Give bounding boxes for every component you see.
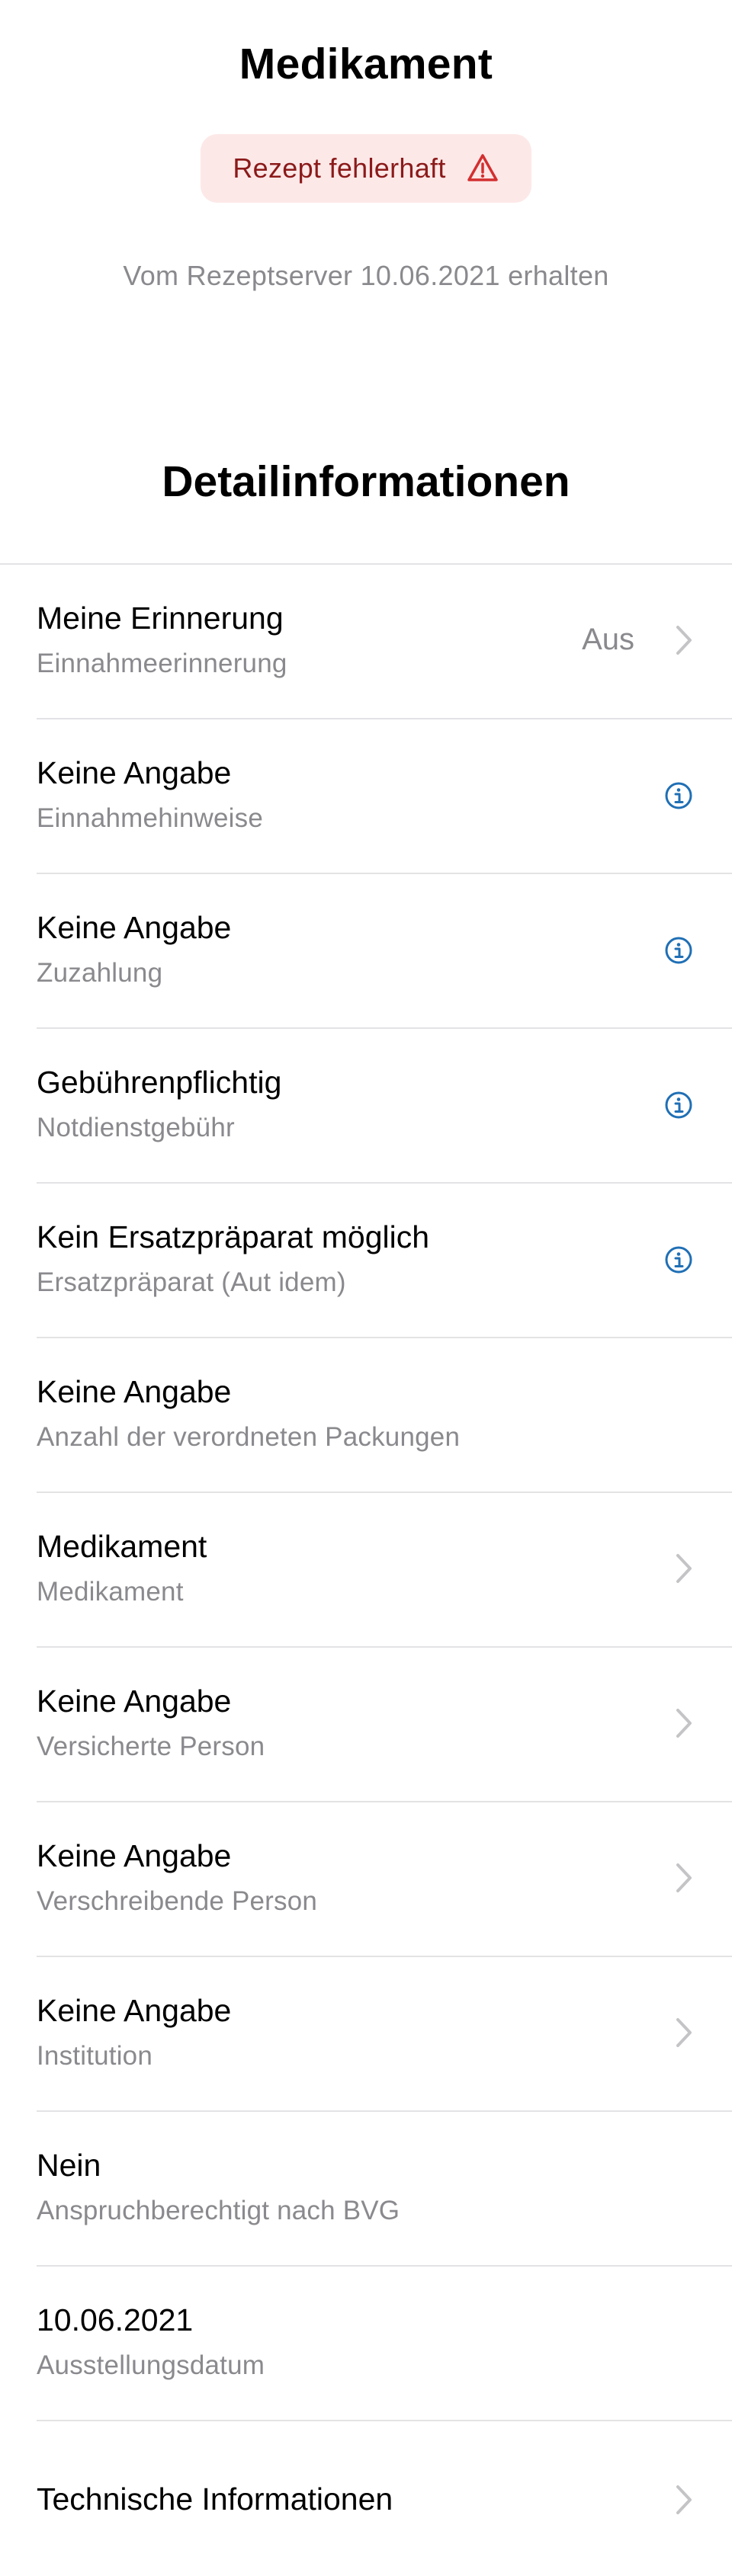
chevron-right-icon xyxy=(673,1551,695,1586)
detail-row-subtitle: Anzahl der verordneten Packungen xyxy=(37,1422,461,1452)
detail-row-medikament[interactable]: Medikament Medikament xyxy=(0,1493,732,1648)
details-list: Meine Erinnerung Einnahmeerinnerung Aus Kei… xyxy=(0,565,732,2576)
info-icon[interactable] xyxy=(663,780,694,811)
detail-row-title: Kein Ersatzpräparat möglich xyxy=(37,1219,430,1254)
detail-row-subtitle: Ersatzpräparat (Aut idem) xyxy=(37,1267,346,1297)
page-title: Medikament xyxy=(239,40,493,88)
detail-row-title: 10.06.2021 xyxy=(37,2302,194,2337)
detail-row-title: Keine Angabe xyxy=(37,1838,232,1873)
detail-row-anzahl-der-verordneten-packungen: Keine Angabe Anzahl der verordneten Packu… xyxy=(0,1338,732,1493)
detail-row-zuzahlung[interactable]: Keine Angabe Zuzahlung xyxy=(0,874,732,1029)
detail-row-subtitle: Ausstellungsdatum xyxy=(37,2350,265,2380)
detail-row-title: Nein xyxy=(37,2148,101,2183)
section-title: Detailinformationen xyxy=(162,457,570,506)
detail-row-title: Keine Angabe xyxy=(37,755,232,790)
detail-row-subtitle: Einnahmehinweise xyxy=(37,803,263,833)
detail-row-title: Keine Angabe xyxy=(37,1684,232,1719)
chevron-right-icon xyxy=(673,623,695,658)
detail-row-subtitle: Verschreibende Person xyxy=(37,1886,318,1916)
detail-row-subtitle: Einnahmeerinnerung xyxy=(37,649,287,678)
info-icon[interactable] xyxy=(663,1090,694,1120)
detail-row-notdienstgebuehr[interactable]: Gebührenpflichtig Notdienstgebühr xyxy=(0,1029,732,1184)
warning-triangle-icon xyxy=(466,152,499,185)
detail-row-title: Keine Angabe xyxy=(37,1374,232,1409)
chevron-right-icon xyxy=(673,1706,695,1741)
detail-row-title: Keine Angabe xyxy=(37,1993,232,2028)
detail-row-subtitle: Zuzahlung xyxy=(37,958,163,988)
chevron-right-icon xyxy=(673,2482,695,2517)
detail-row-einnahmehinweise[interactable]: Keine Angabe Einnahmehinweise xyxy=(0,719,732,874)
status-badge-label: Rezept fehlerhaft xyxy=(233,152,446,184)
detail-row-subtitle: Anspruchberechtigt nach BVG xyxy=(37,2196,400,2225)
chevron-right-icon xyxy=(673,1860,695,1895)
detail-row-value: Aus xyxy=(582,623,634,656)
detail-row-institution[interactable]: Keine Angabe Institution xyxy=(0,1957,732,2112)
detail-row-subtitle: Medikament xyxy=(37,1577,184,1607)
detail-row-anspruchberechtigt-nach-bvg: Nein Anspruchberechtigt nach BVG xyxy=(0,2112,732,2267)
detail-row-subtitle: Versicherte Person xyxy=(37,1732,265,1761)
detail-row-subtitle: Institution xyxy=(37,2041,153,2071)
detail-row-verschreibende-person[interactable]: Keine Angabe Verschreibende Person xyxy=(0,1802,732,1957)
info-icon[interactable] xyxy=(663,935,694,966)
detail-row-ersatzpraeparat-aut-idem[interactable]: Kein Ersatzpräparat möglich Ersatzpräpara… xyxy=(0,1184,732,1338)
detail-row-ausstellungsdatum: 10.06.2021 Ausstellungsdatum xyxy=(0,2267,732,2421)
detail-row-title: Meine Erinnerung xyxy=(37,601,284,636)
received-text: Vom Rezeptserver 10.06.2021 erhalten xyxy=(123,260,609,291)
detail-row-versicherte-person[interactable]: Keine Angabe Versicherte Person xyxy=(0,1648,732,1802)
chevron-right-icon xyxy=(673,2015,695,2050)
detail-row-title: Technische Informationen xyxy=(37,2481,393,2517)
info-icon[interactable] xyxy=(663,1245,694,1275)
detail-row-title: Gebührenpflichtig xyxy=(37,1065,282,1100)
detail-row-einnahmeerinnerung[interactable]: Meine Erinnerung Einnahmeerinnerung Aus xyxy=(0,565,732,719)
detail-row-title: Medikament xyxy=(37,1529,207,1564)
detail-row-title: Keine Angabe xyxy=(37,910,232,945)
status-badge[interactable]: Rezept fehlerhaft xyxy=(201,134,531,203)
detail-row-technische-informationen[interactable]: Technische Informationen xyxy=(0,2421,732,2576)
detail-row-subtitle: Notdienstgebühr xyxy=(37,1113,235,1142)
